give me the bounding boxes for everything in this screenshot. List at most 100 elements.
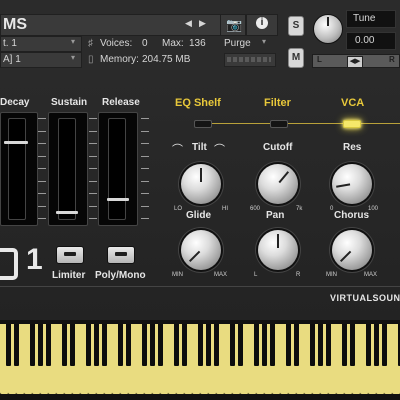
pan-slider[interactable]: L ◀▶ R xyxy=(312,54,400,68)
sustain-fader[interactable] xyxy=(48,112,88,226)
black-key[interactable] xyxy=(117,324,123,366)
black-key[interactable] xyxy=(101,324,107,366)
output-selector[interactable]: t. 1 ▾ xyxy=(0,36,82,52)
brand-name: VIRTUALSOUNDI xyxy=(330,293,400,303)
black-key[interactable] xyxy=(125,324,131,366)
polymono-label: Poly/Mono xyxy=(95,270,146,281)
mute-button[interactable]: M xyxy=(288,48,304,68)
purge-menu[interactable]: Purge ▾ xyxy=(220,36,276,50)
decay-fader[interactable] xyxy=(0,112,40,226)
panel-divider xyxy=(0,286,400,287)
sustain-inner-track xyxy=(58,118,76,220)
chorus-control: Chorus MIN MAX xyxy=(326,210,390,284)
black-key[interactable] xyxy=(37,324,43,366)
limiter-indicator xyxy=(64,252,76,256)
black-key[interactable] xyxy=(69,324,75,366)
eq-shelf-toggle[interactable] xyxy=(194,120,212,128)
res-pointer xyxy=(336,183,351,188)
black-key[interactable] xyxy=(141,324,147,366)
scale-tick xyxy=(38,193,46,194)
black-key[interactable] xyxy=(365,324,371,366)
pan-control: Pan L R xyxy=(250,210,314,284)
black-key[interactable] xyxy=(381,324,387,366)
keyboard[interactable] xyxy=(0,320,400,400)
filter-toggle[interactable] xyxy=(270,120,288,128)
limiter-button[interactable] xyxy=(56,246,84,264)
cutoff-label: Cutoff xyxy=(263,142,293,153)
black-key[interactable] xyxy=(285,324,291,366)
sustain-label: Sustain xyxy=(51,97,88,108)
black-key[interactable] xyxy=(293,324,299,366)
decay-handle[interactable] xyxy=(4,141,28,144)
snapshot-camera-button[interactable]: 📷 xyxy=(220,14,246,36)
black-key[interactable] xyxy=(373,324,379,366)
scale-tick xyxy=(141,180,149,182)
eq-shelf-label: EQ Shelf xyxy=(175,97,221,109)
solo-button[interactable]: S xyxy=(288,16,304,36)
logo-mark xyxy=(0,248,18,280)
tune-value-field[interactable]: 0.00 xyxy=(346,32,396,50)
instrument-title: MS xyxy=(3,16,27,33)
vca-toggle[interactable] xyxy=(343,120,361,128)
release-handle[interactable] xyxy=(107,198,129,201)
polymono-button[interactable] xyxy=(107,246,135,264)
black-key[interactable] xyxy=(85,324,91,366)
output-value: t. 1 xyxy=(3,38,17,49)
black-key[interactable] xyxy=(197,324,203,366)
black-key[interactable] xyxy=(181,324,187,366)
midi-channel-selector[interactable]: A] 1 ▾ xyxy=(0,52,82,68)
pan-handle[interactable]: ◀▶ xyxy=(347,56,363,68)
black-key[interactable] xyxy=(5,324,11,366)
camera-icon: 📷 xyxy=(226,17,243,32)
cutoff-pointer xyxy=(278,171,290,184)
prev-instrument-icon[interactable]: ◀ xyxy=(185,18,192,29)
scale-tick xyxy=(141,130,149,132)
chorus-max-label: MAX xyxy=(364,272,378,278)
res-knob[interactable] xyxy=(332,164,372,204)
tune-value: 0.00 xyxy=(355,35,375,46)
info-button[interactable]: i xyxy=(246,14,278,36)
chorus-knob[interactable] xyxy=(332,230,372,270)
black-key[interactable] xyxy=(349,324,355,366)
scale-tick xyxy=(38,168,46,169)
black-key[interactable] xyxy=(341,324,347,366)
black-key[interactable] xyxy=(269,324,275,366)
max-label: Max: xyxy=(162,38,184,49)
black-key[interactable] xyxy=(309,324,315,366)
max-voices-value[interactable]: 136 xyxy=(189,38,206,49)
black-key[interactable] xyxy=(45,324,51,366)
black-key[interactable] xyxy=(149,324,155,366)
scale-tick xyxy=(89,118,97,119)
cutoff-knob[interactable] xyxy=(258,164,298,204)
memory-icon: ▯ xyxy=(88,54,94,65)
tilt-knob[interactable] xyxy=(181,164,221,204)
black-key[interactable] xyxy=(213,324,219,366)
black-key[interactable] xyxy=(29,324,35,366)
black-key[interactable] xyxy=(93,324,99,366)
black-key[interactable] xyxy=(157,324,163,366)
black-key[interactable] xyxy=(61,324,67,366)
black-key[interactable] xyxy=(237,324,243,366)
release-fader[interactable] xyxy=(98,112,138,226)
fader-scale xyxy=(36,118,48,219)
glide-control: Glide MIN MAX xyxy=(172,210,236,284)
black-key[interactable] xyxy=(13,324,19,366)
scale-tick xyxy=(141,155,149,157)
black-key[interactable] xyxy=(325,324,331,366)
sustain-handle[interactable] xyxy=(56,211,78,214)
next-instrument-icon[interactable]: ▶ xyxy=(199,18,206,29)
black-key[interactable] xyxy=(173,324,179,366)
tune-knob[interactable] xyxy=(313,14,343,44)
black-key[interactable] xyxy=(229,324,235,366)
black-key[interactable] xyxy=(261,324,267,366)
instrument-header: MS ◀ ▶ 📷 i t. 1 ▾ ♯ Voices: 0 Max: 136 P… xyxy=(0,0,400,70)
voices-label: Voices: xyxy=(100,38,133,49)
glide-knob[interactable] xyxy=(181,230,221,270)
black-key[interactable] xyxy=(253,324,259,366)
tilt-high-shelf-icon: ⌒ xyxy=(214,144,225,156)
pan-knob[interactable] xyxy=(258,230,298,270)
fader-scale xyxy=(87,118,99,219)
scale-tick xyxy=(38,205,46,207)
black-key[interactable] xyxy=(317,324,323,366)
black-key[interactable] xyxy=(205,324,211,366)
